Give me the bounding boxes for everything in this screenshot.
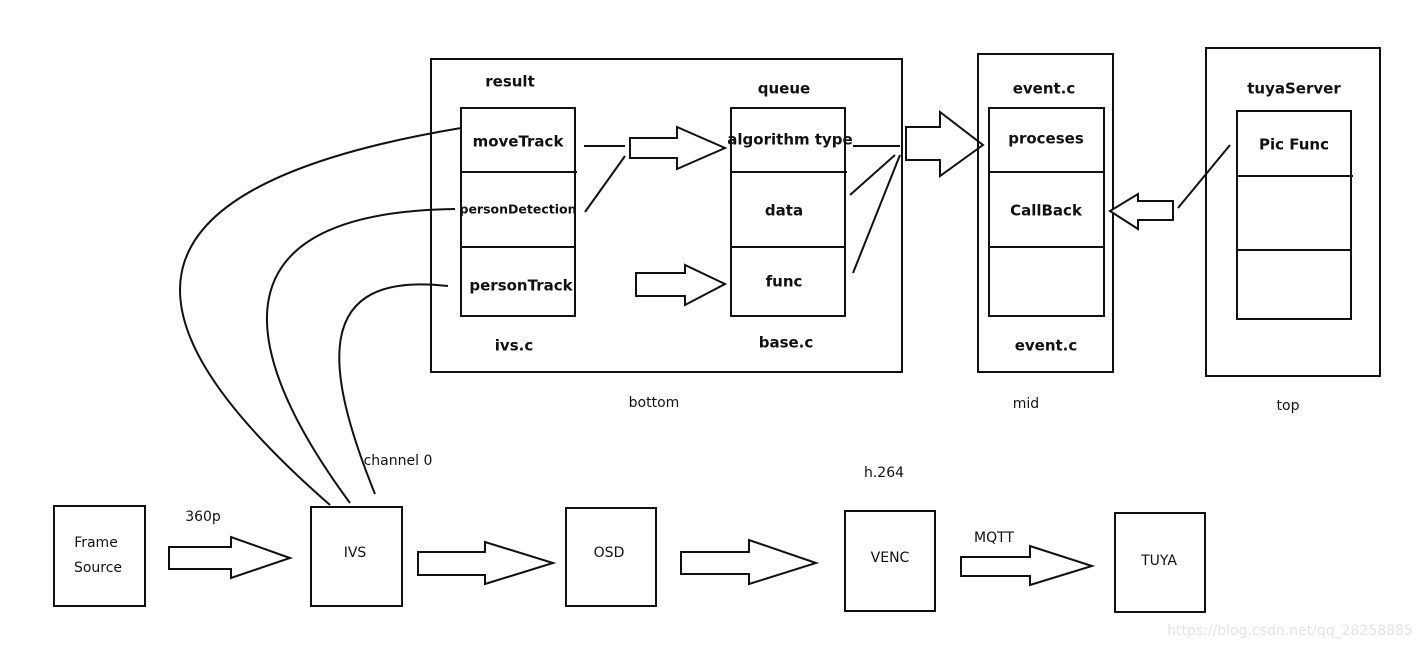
event-file-label: event.c — [1015, 337, 1078, 355]
field-moveTrack: moveTrack — [473, 133, 565, 151]
frame-source-box — [53, 505, 146, 607]
arrow-right-icon — [680, 538, 820, 586]
frame-source-line2: Source — [74, 560, 122, 576]
ivs-file-label: ivs.c — [495, 337, 533, 355]
arrow-right-icon — [960, 544, 1096, 587]
arrow-right-icon — [905, 109, 985, 178]
field-personTrack: personTrack — [469, 277, 573, 295]
mqtt-label: MQTT — [974, 530, 1014, 546]
result-title: result — [485, 73, 535, 91]
ivs-label: IVS — [344, 545, 367, 561]
queue-title: queue — [758, 80, 810, 98]
field-personDetection: personDetection — [460, 202, 577, 217]
mid-layer-label: mid — [1013, 396, 1039, 412]
venc-label: VENC — [871, 550, 910, 566]
watermark: https://blog.csdn.net/qq_28258885 — [1167, 623, 1413, 639]
arrow-right-icon — [635, 263, 728, 307]
arrow-left-icon — [1108, 192, 1174, 231]
codec-label: h.264 — [864, 465, 904, 481]
field-callback: CallBack — [1010, 202, 1083, 220]
field-data: data — [765, 202, 803, 220]
bottom-layer-label: bottom — [629, 395, 680, 411]
channel-label: channel 0 — [364, 453, 433, 469]
field-pic-func: Pic Func — [1259, 136, 1329, 154]
arrow-right-icon — [417, 540, 557, 586]
base-file-label: base.c — [759, 334, 814, 352]
field-algorithm-type: algorithm type — [727, 131, 852, 149]
tuyaserver-title: tuyaServer — [1247, 80, 1341, 98]
resolution-label: 360p — [185, 509, 221, 525]
frame-source-line1: Frame — [74, 535, 118, 551]
ivs-to-result-curves — [179, 127, 462, 506]
top-layer-label: top — [1277, 398, 1300, 414]
architecture-diagram: result moveTrack personDetection personT… — [53, 47, 1413, 639]
osd-label: OSD — [594, 545, 625, 561]
arrow-right-icon — [168, 535, 294, 580]
field-proceses: proceses — [1008, 130, 1084, 148]
field-func: func — [766, 273, 803, 291]
event-title: event.c — [1013, 80, 1076, 98]
tuya-label: TUYA — [1140, 553, 1177, 569]
arrow-right-icon — [629, 125, 728, 171]
